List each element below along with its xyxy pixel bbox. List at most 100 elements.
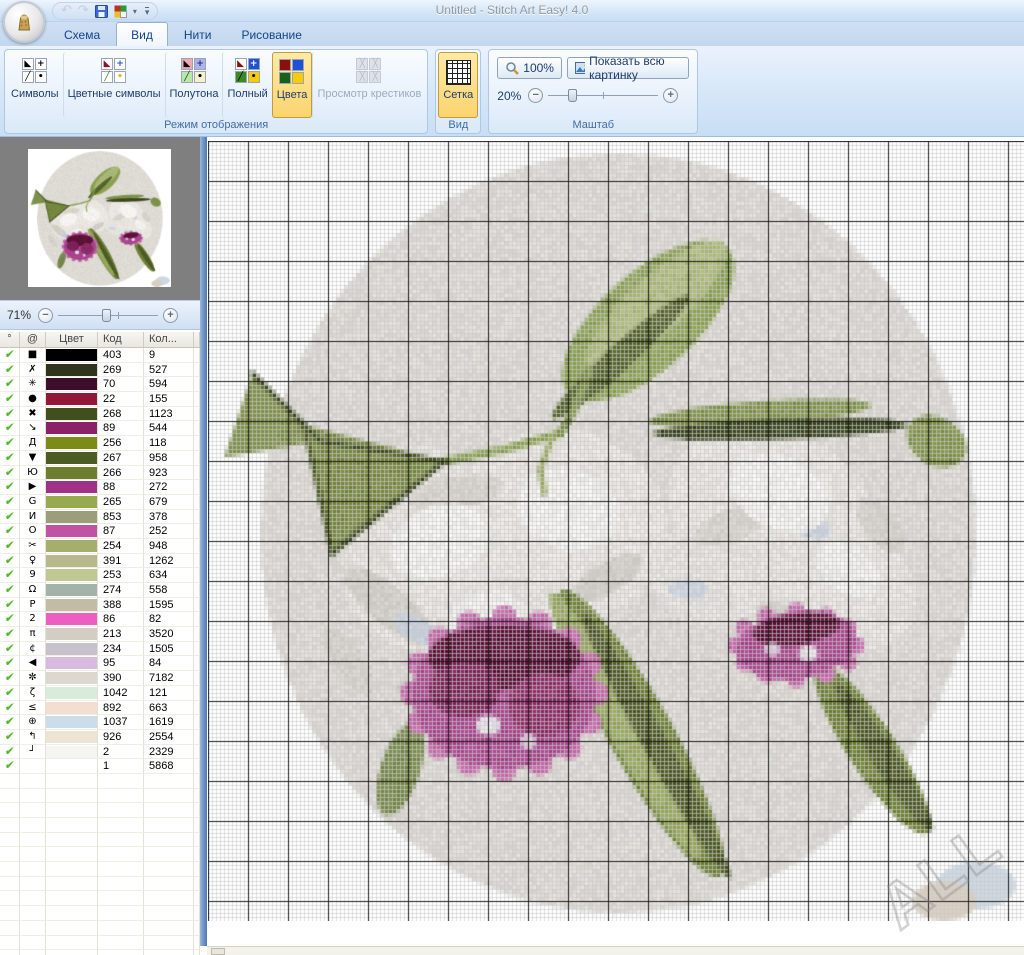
enabled-check-icon[interactable]: ✔ <box>0 627 20 642</box>
thread-code: 213 <box>98 627 144 642</box>
palette-row[interactable]: ✔↘89544 <box>0 421 200 436</box>
bw-symbols-icon: ◣+╱• <box>22 58 48 84</box>
tab-risovanie[interactable]: Рисование <box>227 24 315 46</box>
palette-row[interactable]: ✔▶88272 <box>0 480 200 495</box>
scale-group: 100% Показать всю картинку 20% − <box>488 49 698 134</box>
tab-schema[interactable]: Схема <box>50 24 114 46</box>
enabled-check-icon[interactable]: ✔ <box>0 671 20 686</box>
palette-row[interactable]: ✔9253634 <box>0 568 200 583</box>
enabled-check-icon[interactable]: ✔ <box>0 524 20 539</box>
palette-row[interactable]: ✔▼267958 <box>0 451 200 466</box>
preview-zoom-slider[interactable] <box>58 309 158 322</box>
enabled-check-icon[interactable]: ✔ <box>0 715 20 730</box>
app-menu-button[interactable] <box>3 1 45 43</box>
preview-zoom-out-button[interactable]: − <box>38 308 53 323</box>
view-crosses-button[interactable]: ╳╳╳╳ Просмотр крестиков <box>312 52 425 118</box>
palette-row[interactable]: ✔✼3907182 <box>0 671 200 686</box>
color-swatch <box>46 730 98 745</box>
palette-row[interactable]: ✔15868 <box>0 759 200 774</box>
enabled-check-icon[interactable]: ✔ <box>0 421 20 436</box>
scale-slider[interactable] <box>548 89 658 102</box>
palette-row[interactable]: ✔✳70594 <box>0 377 200 392</box>
stitch-count: 1262 <box>144 554 194 569</box>
palette-row[interactable]: ✔O87252 <box>0 524 200 539</box>
enabled-check-icon[interactable]: ✔ <box>0 745 20 760</box>
palette-row[interactable]: ✔Ю266923 <box>0 466 200 481</box>
palette-row[interactable]: ✔◀9584 <box>0 656 200 671</box>
enabled-check-icon[interactable]: ✔ <box>0 363 20 378</box>
palette-row[interactable]: ✔┘22329 <box>0 745 200 760</box>
header-count[interactable]: Кол... <box>144 332 194 347</box>
scroll-button[interactable] <box>211 948 225 955</box>
stitch-count: 2329 <box>144 745 194 760</box>
grid-toggle-button[interactable]: Сетка <box>438 52 478 118</box>
palette-row[interactable]: ✔¢2341505 <box>0 642 200 657</box>
enabled-check-icon[interactable]: ✔ <box>0 686 20 701</box>
stitch-pattern-canvas[interactable] <box>208 141 1024 921</box>
palette-row[interactable]: ✔≤892663 <box>0 701 200 716</box>
palette-row[interactable]: ✔ζ1042121 <box>0 686 200 701</box>
enabled-check-icon[interactable]: ✔ <box>0 583 20 598</box>
palette-row[interactable]: ✔●22155 <box>0 392 200 407</box>
stitch-count: 948 <box>144 539 194 554</box>
enabled-check-icon[interactable]: ✔ <box>0 510 20 525</box>
enabled-check-icon[interactable]: ✔ <box>0 730 20 745</box>
palette-row[interactable]: ✔π2133520 <box>0 627 200 642</box>
zoom-out-button[interactable]: − <box>528 88 543 103</box>
color-symbols-mode-button[interactable]: ◣+╱• Цветные символы <box>63 52 165 118</box>
header-symbol[interactable]: @ <box>20 332 46 347</box>
palette-row[interactable]: ✔■4039 <box>0 348 200 363</box>
enabled-check-icon[interactable]: ✔ <box>0 480 20 495</box>
zoom-100-button[interactable]: 100% <box>497 57 562 79</box>
color-swatch <box>46 348 98 363</box>
palette-row[interactable]: ✔И853378 <box>0 510 200 525</box>
palette-row[interactable]: ✔28682 <box>0 612 200 627</box>
halftone-mode-button[interactable]: ◣+╱• Полутона <box>165 52 223 118</box>
enabled-check-icon[interactable]: ✔ <box>0 701 20 716</box>
preview-zoom-in-button[interactable]: + <box>163 308 178 323</box>
enabled-check-icon[interactable]: ✔ <box>0 656 20 671</box>
enabled-check-icon[interactable]: ✔ <box>0 466 20 481</box>
tab-niti[interactable]: Нити <box>170 24 226 46</box>
enabled-check-icon[interactable]: ✔ <box>0 495 20 510</box>
palette-row[interactable]: ✔♀3911262 <box>0 554 200 569</box>
enabled-check-icon[interactable]: ✔ <box>0 436 20 451</box>
enabled-check-icon[interactable]: ✔ <box>0 407 20 422</box>
preview-zoom-handle[interactable] <box>102 309 111 322</box>
enabled-check-icon[interactable]: ✔ <box>0 377 20 392</box>
header-code[interactable]: Код <box>98 332 144 347</box>
tab-vid[interactable]: Вид <box>116 22 168 46</box>
zoom-in-button[interactable]: + <box>663 88 678 103</box>
scale-slider-handle[interactable] <box>568 89 577 102</box>
enabled-check-icon[interactable]: ✔ <box>0 759 20 774</box>
palette-row[interactable]: ✔Р3881595 <box>0 598 200 613</box>
header-enabled[interactable]: ° <box>0 332 20 347</box>
enabled-check-icon[interactable]: ✔ <box>0 348 20 363</box>
view-group-label: Вид <box>436 118 480 133</box>
palette-row[interactable]: ✔⊕10371619 <box>0 715 200 730</box>
enabled-check-icon[interactable]: ✔ <box>0 539 20 554</box>
full-mode-button[interactable]: ◣+╱• Полный <box>222 52 271 118</box>
palette-row[interactable]: ✔↰9262554 <box>0 730 200 745</box>
panel-splitter[interactable] <box>200 137 207 946</box>
fit-picture-button[interactable]: Показать всю картинку <box>567 57 689 79</box>
palette-row[interactable]: ✔Ω274558 <box>0 583 200 598</box>
enabled-check-icon[interactable]: ✔ <box>0 554 20 569</box>
palette-row[interactable]: ✔G265679 <box>0 495 200 510</box>
palette-row[interactable]: ✔Д256118 <box>0 436 200 451</box>
enabled-check-icon[interactable]: ✔ <box>0 612 20 627</box>
header-color[interactable]: Цвет <box>46 332 98 347</box>
palette-row[interactable]: ✔✗269527 <box>0 363 200 378</box>
palette-row[interactable]: ✔✂254948 <box>0 539 200 554</box>
enabled-check-icon[interactable]: ✔ <box>0 642 20 657</box>
enabled-check-icon[interactable]: ✔ <box>0 451 20 466</box>
enabled-check-icon[interactable]: ✔ <box>0 392 20 407</box>
enabled-check-icon[interactable]: ✔ <box>0 598 20 613</box>
thread-code: 269 <box>98 363 144 378</box>
colors-mode-button[interactable]: Цвета <box>272 52 313 118</box>
display-mode-group-label: Режим отображения <box>5 118 427 133</box>
palette-row[interactable]: ✔✖2681123 <box>0 407 200 422</box>
enabled-check-icon[interactable]: ✔ <box>0 568 20 583</box>
stitch-count: 527 <box>144 363 194 378</box>
symbols-mode-button[interactable]: ◣+╱• Символы <box>7 52 63 118</box>
